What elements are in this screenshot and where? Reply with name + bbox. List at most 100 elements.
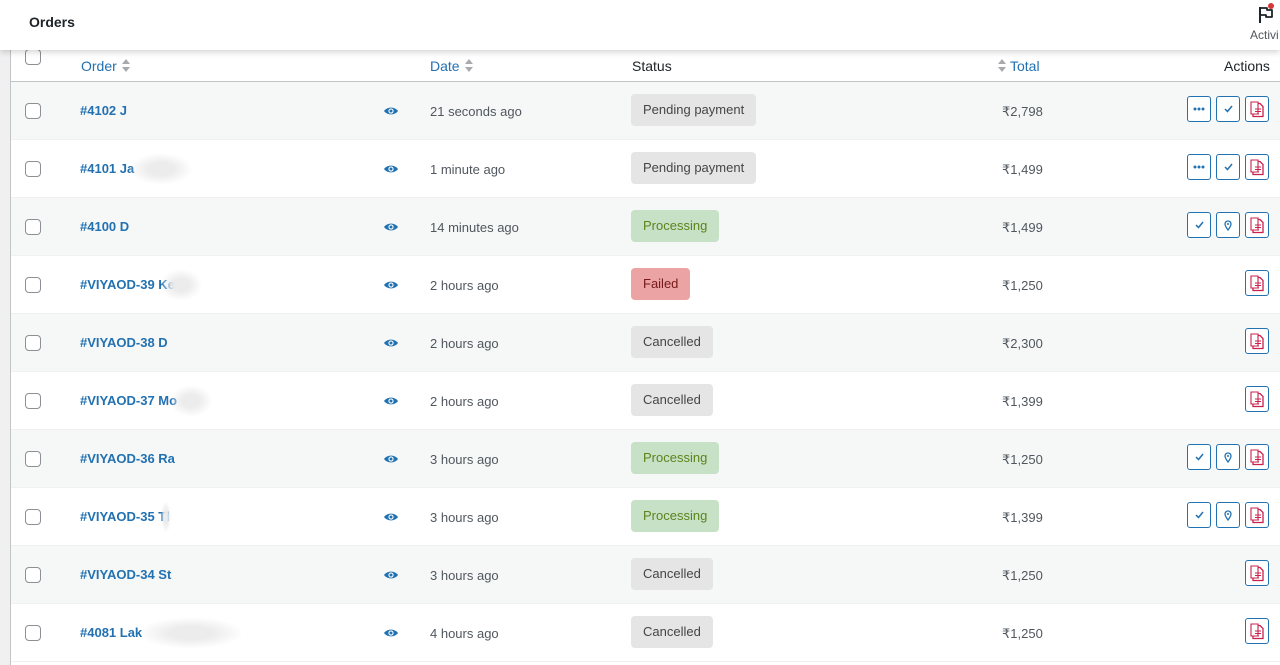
preview-eye-icon[interactable]	[383, 278, 399, 290]
order-total: ₹1,399	[1002, 510, 1043, 525]
action-button-location-pin[interactable]	[1216, 444, 1240, 470]
location-pin-icon	[1224, 219, 1232, 231]
order-link[interactable]: #VIYAOD-38 D	[80, 335, 168, 350]
status-badge: Cancelled	[631, 616, 713, 648]
preview-eye-icon[interactable]	[383, 568, 399, 580]
notification-dot	[1268, 3, 1274, 9]
action-button-check[interactable]	[1187, 212, 1211, 238]
action-button-check[interactable]	[1187, 502, 1211, 528]
row-checkbox[interactable]	[25, 103, 41, 119]
action-button-check[interactable]	[1216, 96, 1240, 122]
order-link[interactable]: #VIYAOD-35 Tl	[80, 509, 170, 524]
row-checkbox[interactable]	[25, 393, 41, 409]
order-date: 3 hours ago	[430, 452, 499, 467]
action-button-check[interactable]	[1216, 154, 1240, 180]
action-button-pdf-invoice[interactable]	[1245, 212, 1269, 238]
column-actions-label: Actions	[1224, 57, 1270, 74]
table-row[interactable]: #VIYAOD-36 Ra 3 hours ago Processing ₹1,250	[11, 430, 1280, 488]
row-checkbox[interactable]	[25, 567, 41, 583]
top-header-bar: Orders Activi	[0, 0, 1280, 50]
order-link[interactable]: #4102 J	[80, 103, 127, 118]
redacted-name	[161, 270, 201, 300]
column-header-date[interactable]: Date	[430, 50, 474, 81]
column-header-total[interactable]: Total	[998, 50, 1040, 81]
order-link[interactable]: #4100 D	[80, 219, 129, 234]
row-checkbox[interactable]	[25, 219, 41, 235]
action-button-pdf-invoice[interactable]	[1245, 444, 1269, 470]
status-badge: Pending payment	[631, 94, 757, 126]
status-badge: Cancelled	[631, 558, 713, 590]
action-button-location-pin[interactable]	[1216, 502, 1240, 528]
status-badge: Processing	[631, 500, 720, 532]
table-row[interactable]: #4102 J 21 seconds ago Pending payment ₹2,7…	[11, 82, 1280, 140]
action-button-pdf-invoice[interactable]	[1245, 618, 1269, 644]
more-icon	[1193, 165, 1205, 169]
table-row[interactable]: #VIYAOD-35 Tl 3 hours ago Processing ₹1,399	[11, 488, 1280, 546]
status-badge: Pending payment	[631, 152, 757, 184]
action-button-pdf-invoice[interactable]	[1245, 270, 1269, 296]
order-link[interactable]: #4101 Ja	[80, 161, 134, 176]
preview-eye-icon[interactable]	[383, 220, 399, 232]
preview-eye-icon[interactable]	[383, 510, 399, 522]
action-button-pdf-invoice[interactable]	[1245, 560, 1269, 586]
row-checkbox[interactable]	[25, 625, 41, 641]
order-total: ₹1,399	[1002, 394, 1043, 409]
order-link[interactable]: #VIYAOD-34 St	[80, 567, 171, 582]
preview-eye-icon[interactable]	[383, 162, 399, 174]
preview-eye-icon[interactable]	[383, 104, 399, 116]
order-total: ₹2,798	[1002, 104, 1043, 119]
order-date: 4 hours ago	[430, 626, 499, 641]
check-icon	[1223, 163, 1233, 171]
action-button-more[interactable]	[1187, 154, 1211, 180]
order-date: 2 hours ago	[430, 336, 499, 351]
action-button-location-pin[interactable]	[1216, 212, 1240, 238]
action-button-pdf-invoice[interactable]	[1245, 328, 1269, 354]
activity-button[interactable]: Activi	[1249, 2, 1280, 48]
column-header-order[interactable]: Order	[81, 50, 131, 81]
row-checkbox[interactable]	[25, 509, 41, 525]
row-checkbox[interactable]	[25, 451, 41, 467]
location-pin-icon	[1224, 509, 1232, 521]
preview-eye-icon[interactable]	[383, 452, 399, 464]
pdf-invoice-icon	[1250, 274, 1264, 292]
more-icon	[1193, 107, 1205, 111]
column-status-label: Status	[632, 57, 672, 74]
row-checkbox[interactable]	[25, 277, 41, 293]
order-total: ₹1,250	[1002, 568, 1043, 583]
table-row[interactable]: #VIYAOD-38 D 2 hours ago Cancelled ₹2,300	[11, 314, 1280, 372]
action-button-pdf-invoice[interactable]	[1245, 96, 1269, 122]
preview-eye-icon[interactable]	[383, 626, 399, 638]
order-link[interactable]: #VIYAOD-37 Mo	[80, 393, 177, 408]
action-button-pdf-invoice[interactable]	[1245, 154, 1269, 180]
preview-eye-icon[interactable]	[383, 336, 399, 348]
action-button-pdf-invoice[interactable]	[1245, 386, 1269, 412]
redacted-name	[131, 154, 191, 184]
sort-arrows-icon	[998, 58, 1007, 73]
table-header: Order Date Status Total Actions	[11, 49, 1280, 82]
order-date: 21 seconds ago	[430, 104, 522, 119]
action-button-more[interactable]	[1187, 96, 1211, 122]
preview-eye-icon[interactable]	[383, 394, 399, 406]
pdf-invoice-icon	[1250, 448, 1264, 466]
order-link[interactable]: #VIYAOD-36 Ra	[80, 451, 175, 466]
row-checkbox[interactable]	[25, 161, 41, 177]
table-row[interactable]: #4100 D 14 minutes ago Processing ₹1,499	[11, 198, 1280, 256]
table-row[interactable]: #4101 Ja 1 minute ago Pending payment ₹1,49…	[11, 140, 1280, 198]
pdf-invoice-icon	[1250, 100, 1264, 118]
table-row[interactable]: #VIYAOD-37 Mo 2 hours ago Cancelled ₹1,399	[11, 372, 1280, 430]
action-button-pdf-invoice[interactable]	[1245, 502, 1269, 528]
order-total: ₹1,499	[1002, 220, 1043, 235]
table-row[interactable]: #VIYAOD-34 St 3 hours ago Cancelled ₹1,250	[11, 546, 1280, 604]
select-all-checkbox[interactable]	[25, 49, 41, 65]
row-checkbox[interactable]	[25, 335, 41, 351]
sort-arrows-icon	[121, 58, 131, 73]
table-row[interactable]: #4081 Lak 4 hours ago Cancelled ₹1,250	[11, 604, 1280, 662]
check-icon	[1194, 453, 1204, 461]
status-badge: Processing	[631, 442, 720, 474]
table-row[interactable]: #VIYAOD-39 Ke 2 hours ago Failed ₹1,250	[11, 256, 1280, 314]
redacted-name	[161, 502, 171, 532]
action-button-check[interactable]	[1187, 444, 1211, 470]
order-link[interactable]: #4081 Lak	[80, 625, 142, 640]
column-date-label: Date	[430, 57, 460, 74]
pdf-invoice-icon	[1250, 390, 1264, 408]
